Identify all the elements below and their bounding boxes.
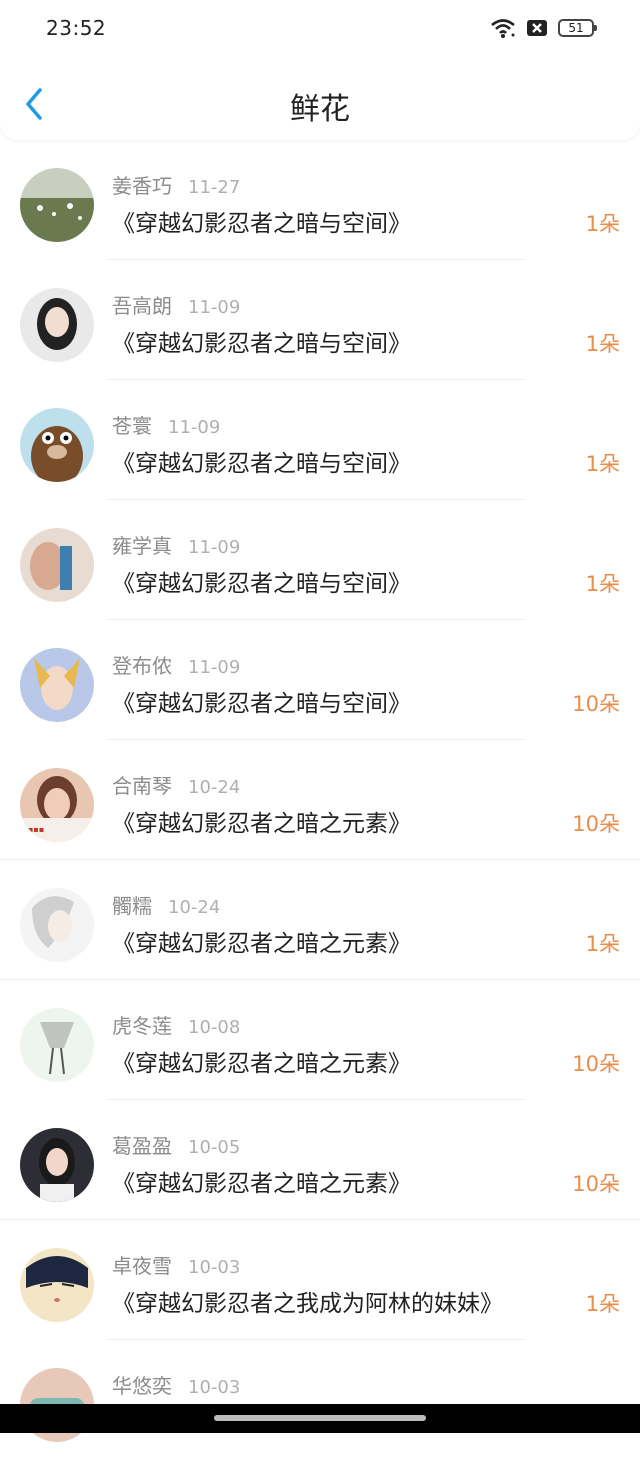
flower-count: 1朵 [585, 932, 620, 956]
avatar[interactable] [20, 528, 94, 602]
flower-count: 1朵 [585, 452, 620, 476]
avatar[interactable] [20, 408, 94, 482]
book-title: 《穿越幻影忍者之暗之元素》 [112, 1171, 411, 1197]
date: 10-03 [188, 1377, 241, 1398]
status-icons: 51 [490, 16, 597, 40]
user-name: 雍学真 11-09 [112, 534, 241, 558]
list-item[interactable]: ▪▪▪ 合南琴 10-24 《穿越幻影忍者之暗之元素》 10朵 [0, 740, 640, 860]
wifi-icon [491, 19, 515, 38]
avatar[interactable] [20, 888, 94, 962]
flower-count: 1朵 [585, 332, 620, 356]
flower-count: 10朵 [572, 692, 620, 716]
user-name: 髑糯 10-24 [112, 894, 221, 918]
flower-count: 10朵 [572, 1172, 620, 1196]
date: 10-05 [188, 1137, 241, 1158]
flower-count: 10朵 [572, 1052, 620, 1076]
user-name: 登布侬 11-09 [112, 654, 241, 678]
avatar[interactable]: ▪▪▪ [20, 768, 94, 842]
date: 10-03 [188, 1257, 241, 1278]
book-title: 《穿越幻影忍者之暗与空间》 [112, 691, 411, 717]
user-name: 合南琴 10-24 [112, 774, 241, 798]
header-bar: 23:52 51 鲜花 [0, 0, 640, 140]
book-title: 《穿越幻影忍者之暗之元素》 [112, 1051, 411, 1077]
book-title: 《穿越幻影忍者之暗与空间》 [112, 451, 411, 477]
book-title: 《穿越幻影忍者之暗与空间》 [112, 571, 411, 597]
user-name: 卓夜雪 10-03 [112, 1254, 241, 1278]
date: 11-27 [188, 177, 241, 198]
flower-list: 姜香巧 11-27 《穿越幻影忍者之暗与空间》 1朵 吾高朗 11-09 《穿越幻影… [0, 140, 640, 1460]
user-name: 姜香巧 11-27 [112, 174, 241, 198]
status-time: 23:52 [46, 16, 107, 40]
date: 11-09 [188, 657, 241, 678]
list-item[interactable]: 虎冬莲 10-08 《穿越幻影忍者之暗之元素》 10朵 [0, 980, 640, 1100]
user-name: 华悠奕 10-03 [112, 1374, 241, 1398]
list-item[interactable]: 葛盈盈 10-05 《穿越幻影忍者之暗之元素》 10朵 [0, 1100, 640, 1220]
user-name: 吾高朗 11-09 [112, 294, 241, 318]
user-name: 虎冬莲 10-08 [112, 1014, 241, 1038]
date: 11-09 [188, 297, 241, 318]
no-sim-icon [527, 20, 547, 36]
flower-count: 1朵 [585, 212, 620, 236]
list-item[interactable]: 苍寰 11-09 《穿越幻影忍者之暗与空间》 1朵 [0, 380, 640, 500]
date: 10-24 [168, 897, 221, 918]
user-name: 葛盈盈 10-05 [112, 1134, 241, 1158]
svg-text:▪▪▪: ▪▪▪ [28, 825, 44, 834]
avatar[interactable] [20, 288, 94, 362]
book-title: 《穿越幻影忍者之我成为阿林的妹妹》 [112, 1291, 503, 1317]
list-item[interactable]: 雍学真 11-09 《穿越幻影忍者之暗与空间》 1朵 [0, 500, 640, 620]
flower-count: 10朵 [572, 812, 620, 836]
book-title: 《穿越幻影忍者之暗之元素》 [112, 931, 411, 957]
avatar[interactable] [20, 648, 94, 722]
page-title: 鲜花 [290, 92, 350, 127]
avatar[interactable] [20, 1128, 94, 1202]
list-item[interactable]: 卓夜雪 10-03 《穿越幻影忍者之我成为阿林的妹妹》 1朵 [0, 1220, 640, 1340]
list-item[interactable]: 吾高朗 11-09 《穿越幻影忍者之暗与空间》 1朵 [0, 260, 640, 380]
book-title: 《穿越幻影忍者之暗与空间》 [112, 211, 411, 237]
battery-icon: 51 [558, 19, 597, 37]
home-indicator[interactable] [214, 1415, 426, 1421]
date: 10-24 [188, 777, 241, 798]
date: 11-09 [168, 417, 221, 438]
list-item[interactable]: 姜香巧 11-27 《穿越幻影忍者之暗与空间》 1朵 [0, 140, 640, 260]
date: 11-09 [188, 537, 241, 558]
book-title: 《穿越幻影忍者之暗之元素》 [112, 811, 411, 837]
avatar[interactable] [20, 1248, 94, 1322]
list-item[interactable]: 华悠奕 10-03 [0, 1340, 640, 1460]
list-item[interactable]: 登布侬 11-09 《穿越幻影忍者之暗与空间》 10朵 [0, 620, 640, 740]
flower-count: 1朵 [585, 572, 620, 596]
list-item[interactable]: 髑糯 10-24 《穿越幻影忍者之暗之元素》 1朵 [0, 860, 640, 980]
user-name: 苍寰 11-09 [112, 414, 221, 438]
book-title: 《穿越幻影忍者之暗与空间》 [112, 331, 411, 357]
avatar[interactable] [20, 168, 94, 242]
avatar[interactable] [20, 1008, 94, 1082]
date: 10-08 [188, 1017, 241, 1038]
flower-count: 1朵 [585, 1292, 620, 1316]
